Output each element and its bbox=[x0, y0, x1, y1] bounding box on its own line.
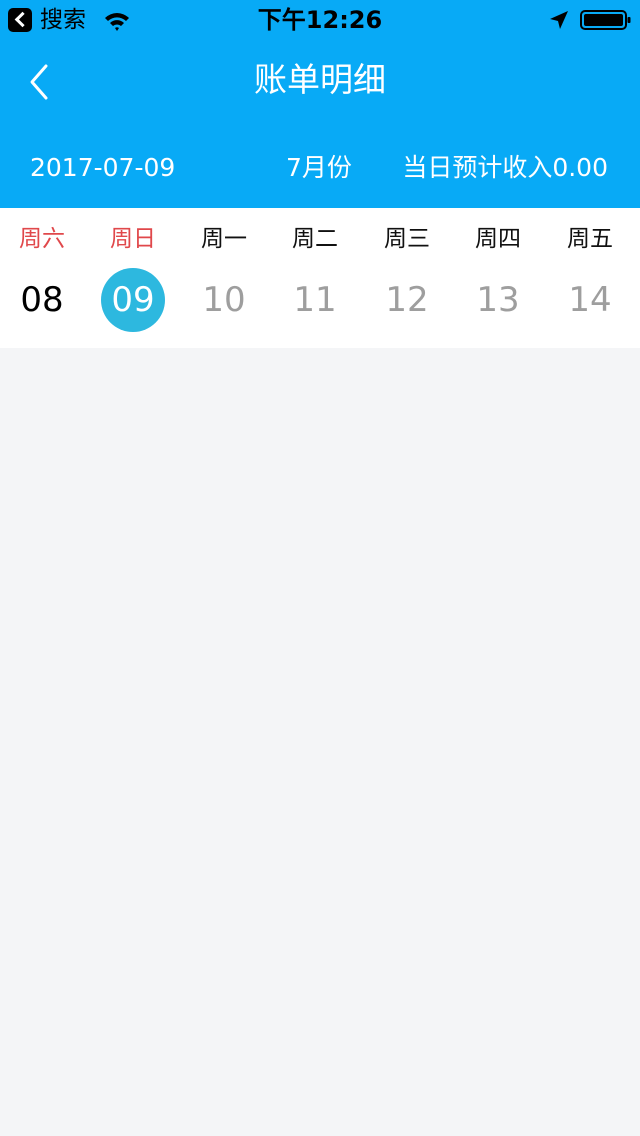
weekday-label: 周一 bbox=[201, 226, 247, 252]
day-item[interactable]: 周四 13 bbox=[452, 208, 544, 348]
day-number: 12 bbox=[385, 280, 429, 320]
day-number: 13 bbox=[476, 280, 520, 320]
day-number: 10 bbox=[202, 280, 246, 320]
weekday-label: 周三 bbox=[384, 226, 430, 252]
day-item[interactable]: 周一 10 bbox=[178, 208, 270, 348]
location-arrow-icon bbox=[550, 11, 568, 29]
day-number: 11 bbox=[293, 280, 337, 320]
day-number-selected: 09 bbox=[101, 268, 165, 332]
battery-icon bbox=[580, 10, 631, 30]
day-item[interactable]: 周二 11 bbox=[269, 208, 361, 348]
header: 搜索 下午12:26 账单明细 2017-07-09 7月份 当日预计收入0.0… bbox=[0, 0, 640, 208]
weekday-label: 周五 bbox=[567, 226, 613, 252]
weekday-label: 周四 bbox=[475, 226, 521, 252]
day-number: 14 bbox=[568, 280, 612, 320]
weekday-label: 周六 bbox=[19, 226, 65, 252]
bill-date: 2017-07-09 bbox=[30, 153, 176, 182]
day-item-selected[interactable]: 周日 09 bbox=[87, 208, 179, 348]
status-time: 下午12:26 bbox=[257, 6, 383, 34]
weekday-label: 周日 bbox=[110, 226, 156, 252]
bill-month: 7月份 bbox=[286, 153, 352, 182]
content-area bbox=[0, 348, 640, 1136]
daily-estimated-income: 当日预计收入0.00 bbox=[402, 153, 608, 182]
weekday-label: 周二 bbox=[292, 226, 338, 252]
week-strip: 周六 08 周日 09 周一 10 周二 11 周三 12 周四 13 周五 1… bbox=[0, 208, 640, 348]
day-item[interactable]: 周五 14 bbox=[544, 208, 636, 348]
status-bar: 搜索 下午12:26 bbox=[0, 0, 640, 40]
day-item[interactable]: 周三 12 bbox=[361, 208, 453, 348]
day-item[interactable]: 周六 08 bbox=[0, 208, 88, 348]
day-number: 08 bbox=[20, 280, 64, 320]
page-title: 账单明细 bbox=[254, 60, 386, 99]
